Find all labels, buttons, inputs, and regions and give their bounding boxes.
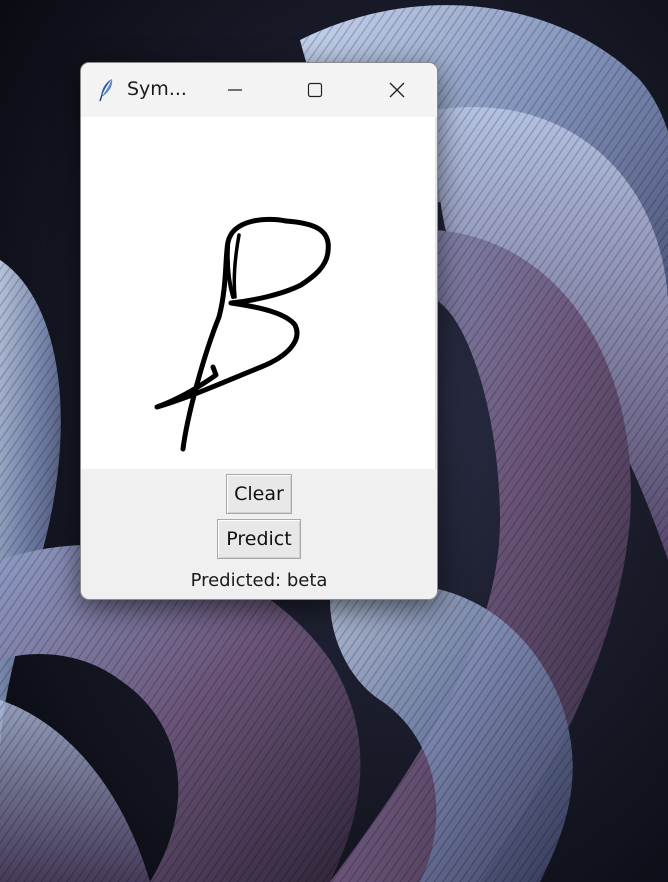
feather-icon [99, 79, 113, 102]
clear-button[interactable]: Clear [226, 474, 292, 514]
maximize-button[interactable] [275, 63, 355, 117]
minimize-button[interactable] [195, 63, 275, 117]
title-bar[interactable]: Sym... [81, 63, 437, 117]
drawing-canvas[interactable] [81, 117, 437, 469]
handwritten-stroke [154, 216, 331, 452]
predict-button[interactable]: Predict [217, 519, 301, 559]
app-window: Sym... Clear Predict Predicted: beta [80, 62, 438, 600]
window-title: Sym... [127, 78, 187, 100]
minimize-icon [228, 89, 242, 91]
desktop: Sym... Clear Predict Predicted: beta [0, 0, 668, 882]
close-icon [389, 82, 405, 98]
close-button[interactable] [357, 63, 437, 117]
prediction-label: Predicted: beta [190, 570, 328, 591]
maximize-icon [307, 82, 323, 98]
